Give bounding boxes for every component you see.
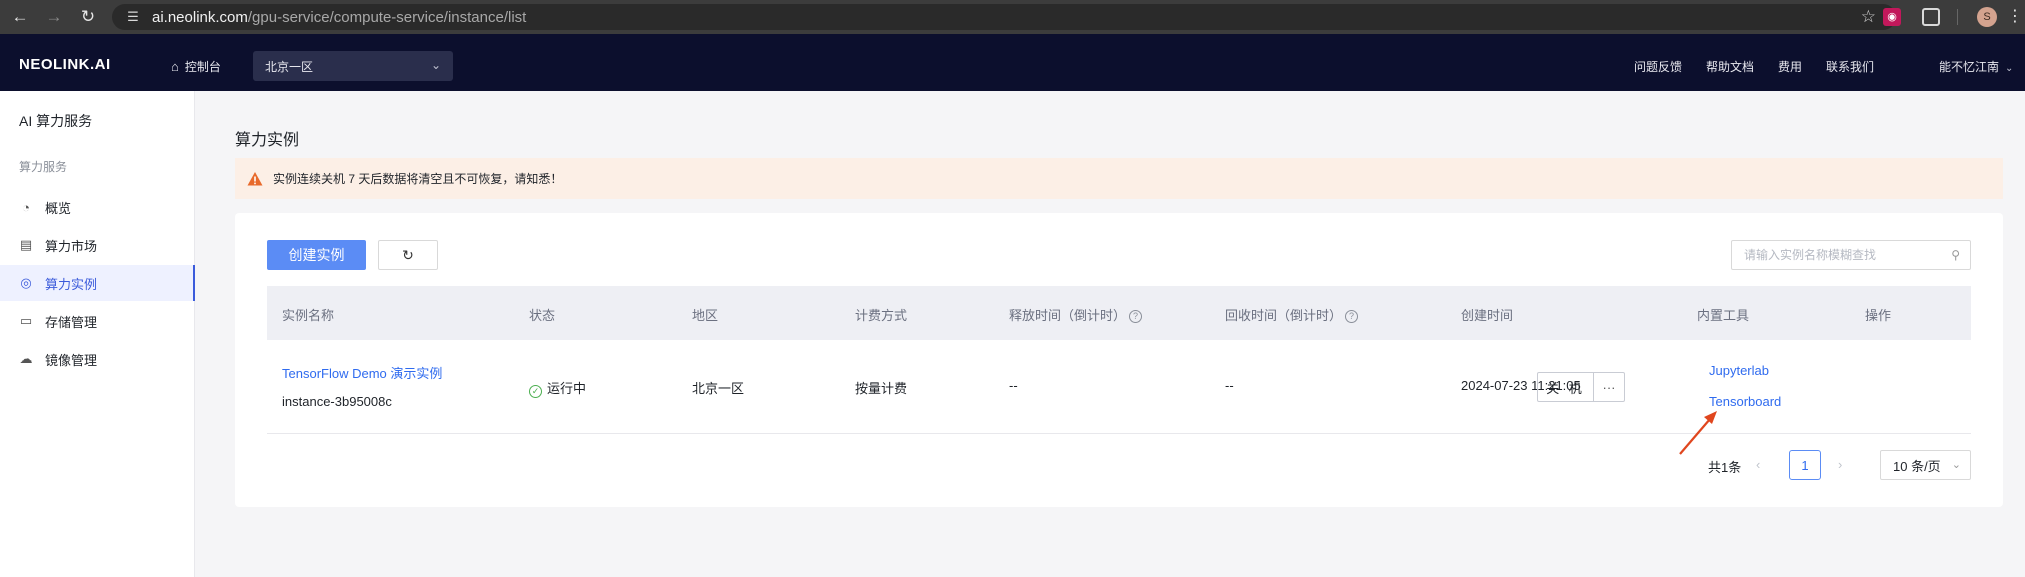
sidebar-title: AI 算力服务 <box>19 113 93 129</box>
jupyterlab-link[interactable]: Jupyterlab <box>1709 363 1769 378</box>
sidebar-item-label: 镜像管理 <box>45 352 98 368</box>
pagination-page[interactable]: 1 <box>1789 450 1821 480</box>
sidebar-item-instances[interactable]: ◎ 算力实例 <box>0 265 195 301</box>
contact-link[interactable]: 联系我们 <box>1826 58 1874 75</box>
url-path: /gpu-service/compute-service/instance/li… <box>247 8 527 26</box>
sidebar-item-storage[interactable]: ▭ 存储管理 <box>0 303 195 339</box>
column-header-label: 回收时间（倒计时） <box>1225 308 1343 323</box>
dashboard-icon: ◔ <box>22 199 30 215</box>
chevron-right-icon[interactable]: › <box>1838 457 1842 472</box>
sidebar-item-label: 算力实例 <box>45 276 98 292</box>
help-icon[interactable]: ? <box>1129 310 1143 323</box>
chevron-down-icon: ⌄ <box>2005 63 2014 74</box>
column-header: 创建时间 <box>1461 308 1514 323</box>
column-header: 状态 <box>529 308 556 323</box>
column-header: 内置工具 <box>1697 308 1750 323</box>
extension-icon[interactable]: ◉ <box>1883 8 1901 26</box>
url-host: ai.neolink.com <box>152 8 248 26</box>
search-input[interactable] <box>1732 241 1932 269</box>
site-settings-icon[interactable]: ☰ <box>120 9 146 25</box>
sidebar-item-label: 存储管理 <box>45 314 98 330</box>
sidebar-item-market[interactable]: ▤ 算力市场 <box>0 227 195 263</box>
warning-icon <box>247 171 263 185</box>
check-circle-icon: ✓ <box>529 385 542 398</box>
page-size-value: 10 条/页 <box>1893 458 1941 474</box>
storage-icon: ▭ <box>19 313 33 328</box>
status-text: 运行中 <box>547 381 587 396</box>
back-icon[interactable]: ← <box>6 3 34 31</box>
console-label: 控制台 <box>184 60 221 74</box>
instance-list-card: 创建实例 ↻ ⚲ 实例名称 状态 地区 计费方式 释放时间（倒计时）? 回收时间… <box>235 213 2003 507</box>
region-value: 北京一区 <box>265 59 314 74</box>
sidebar-group-label: 算力服务 <box>19 160 68 174</box>
toolbar-divider <box>1957 9 1958 25</box>
search-box: ⚲ <box>1731 240 1971 270</box>
region-cell: 北京一区 <box>692 381 745 396</box>
bookmark-star-icon[interactable]: ☆ <box>1861 7 1876 27</box>
profile-avatar[interactable]: S <box>1977 7 1997 27</box>
billing-link[interactable]: 费用 <box>1778 58 1802 75</box>
help-icon[interactable]: ? <box>1345 310 1359 323</box>
page-size-select[interactable]: 10 条/页 ⌄ <box>1880 450 1971 480</box>
chevron-left-icon[interactable]: ‹ <box>1756 457 1760 472</box>
annotation-arrow-icon <box>1679 411 1717 455</box>
image-icon: ☁ <box>19 351 33 366</box>
console-link[interactable]: ⌂ 控制台 <box>171 58 221 75</box>
alert-text: 实例连续关机 7 天后数据将清空且不可恢复，请知悉！ <box>273 172 563 186</box>
user-menu[interactable]: 能不忆江南 ⌄ <box>1939 58 2013 75</box>
logo[interactable]: NEOLINK.AI <box>19 56 111 73</box>
billing-cell: 按量计费 <box>855 381 908 396</box>
instance-id: instance-3b95008c <box>282 394 392 409</box>
chevron-down-icon: ⌄ <box>1951 459 1961 471</box>
column-header: 操作 <box>1865 308 1892 323</box>
create-instance-button[interactable]: 创建实例 <box>267 240 366 270</box>
app-header: NEOLINK.AI ⌂ 控制台 北京一区 ⌄ 问题反馈 帮助文档 费用 联系我… <box>0 34 2025 91</box>
chevron-down-icon: ⌄ <box>430 58 441 72</box>
browser-toolbar: ← → ↻ ☰ ai.neolink.com/gpu-service/compu… <box>0 0 2025 34</box>
instance-icon: ◎ <box>20 275 32 290</box>
feedback-link[interactable]: 问题反馈 <box>1634 58 1682 75</box>
page-title: 算力实例 <box>235 132 300 149</box>
help-docs-link[interactable]: 帮助文档 <box>1706 58 1754 75</box>
table-header: 实例名称 状态 地区 计费方式 释放时间（倒计时）? 回收时间（倒计时）? 创建… <box>267 286 1971 340</box>
kebab-menu-icon[interactable]: ⋮ <box>2007 6 2023 26</box>
status-cell: ✓ 运行中 <box>529 378 586 398</box>
reload-icon[interactable]: ↻ <box>74 3 102 31</box>
sidebar-item-label: 概览 <box>45 200 72 216</box>
column-header: 实例名称 <box>282 308 335 323</box>
refresh-icon: ↻ <box>402 246 414 263</box>
column-header: 计费方式 <box>855 308 908 323</box>
address-bar[interactable]: ☰ ai.neolink.com/gpu-service/compute-ser… <box>112 4 1896 30</box>
puzzle-icon[interactable] <box>1922 8 1940 26</box>
market-icon: ▤ <box>19 237 33 252</box>
home-icon: ⌂ <box>171 59 179 74</box>
column-header: 地区 <box>692 308 719 323</box>
more-actions-button[interactable]: ··· <box>1593 372 1625 402</box>
pagination-total: 共1条 <box>1708 460 1742 475</box>
forward-icon[interactable]: → <box>40 3 68 31</box>
sidebar-item-overview[interactable]: ◔ 概览 <box>0 189 195 225</box>
column-header-release: 释放时间（倒计时）? <box>1009 305 1143 324</box>
refresh-button[interactable]: ↻ <box>378 240 438 270</box>
instance-name-link[interactable]: TensorFlow Demo 演示实例 <box>282 363 442 382</box>
release-cell: -- <box>1009 378 1018 393</box>
shutdown-button[interactable]: 关 机 <box>1537 372 1594 402</box>
warning-alert: 实例连续关机 7 天后数据将清空且不可恢复，请知悉！ <box>235 158 2003 199</box>
search-icon[interactable]: ⚲ <box>1951 248 1960 262</box>
region-select[interactable]: 北京一区 ⌄ <box>253 51 453 81</box>
column-header-label: 释放时间（倒计时） <box>1009 308 1127 323</box>
column-header-recycle: 回收时间（倒计时）? <box>1225 305 1359 324</box>
sidebar-item-images[interactable]: ☁ 镜像管理 <box>0 341 195 377</box>
recycle-cell: -- <box>1225 378 1234 393</box>
sidebar-item-label: 算力市场 <box>45 238 98 254</box>
sidebar: AI 算力服务 算力服务 ◔ 概览 ▤ 算力市场 ◎ 算力实例 ▭ 存储管理 ☁… <box>0 91 195 577</box>
user-name: 能不忆江南 <box>1939 60 2000 74</box>
